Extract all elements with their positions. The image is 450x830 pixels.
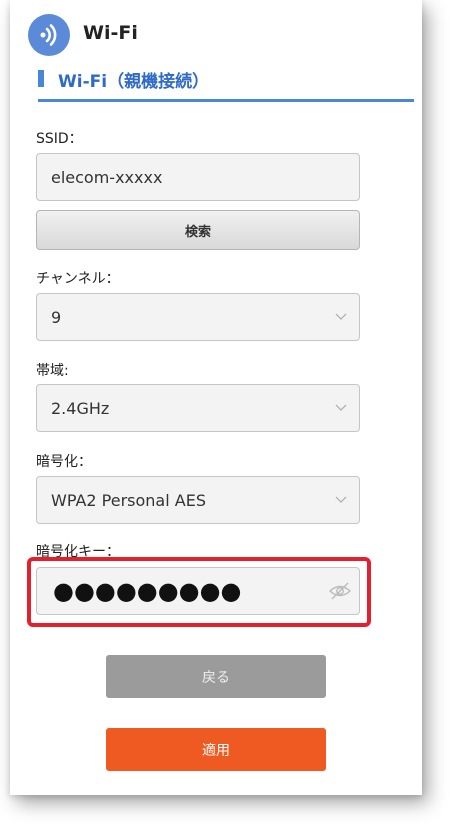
- ssid-value: elecom-xxxxx: [51, 168, 163, 187]
- encryption-select[interactable]: WPA2 Personal AES: [36, 476, 360, 524]
- header: Wi-Fi: [28, 14, 408, 56]
- chevron-down-icon: [335, 496, 347, 503]
- band-select[interactable]: 2.4GHz: [36, 384, 360, 432]
- apply-button[interactable]: 適用: [106, 728, 326, 771]
- back-button[interactable]: 戻る: [106, 655, 326, 698]
- encryption-label: 暗号化：: [36, 454, 92, 470]
- key-input[interactable]: ●●●●●●●●●: [36, 567, 360, 615]
- eye-slash-icon[interactable]: [329, 581, 351, 601]
- chevron-down-icon: [335, 404, 347, 411]
- wifi-signal-icon: [28, 14, 70, 56]
- channel-value: 9: [51, 308, 62, 327]
- section-accent-bar: [38, 70, 44, 87]
- ssid-label: SSID：: [36, 131, 83, 147]
- band-label: 帯域:: [36, 363, 69, 379]
- key-masked-value: ●●●●●●●●●: [53, 577, 242, 605]
- band-value: 2.4GHz: [51, 399, 110, 418]
- search-button[interactable]: 検索: [36, 210, 360, 250]
- section-title: Wi-Fi（親機接続）: [58, 72, 210, 92]
- section-header: Wi-Fi（親機接続）: [38, 65, 414, 102]
- channel-label: チャンネル：: [36, 271, 120, 287]
- page-title: Wi-Fi: [83, 22, 138, 44]
- ssid-input[interactable]: elecom-xxxxx: [36, 153, 360, 201]
- chevron-down-icon: [335, 313, 347, 320]
- encryption-value: WPA2 Personal AES: [51, 491, 206, 510]
- channel-select[interactable]: 9: [36, 293, 360, 341]
